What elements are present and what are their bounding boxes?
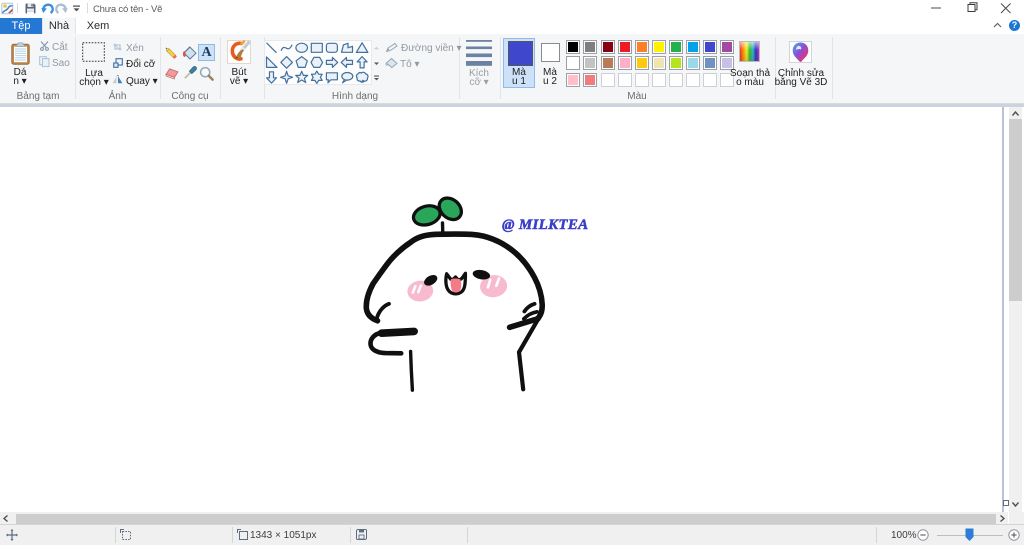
- svg-text:@ MILKTEA: @ MILKTEA: [502, 217, 588, 233]
